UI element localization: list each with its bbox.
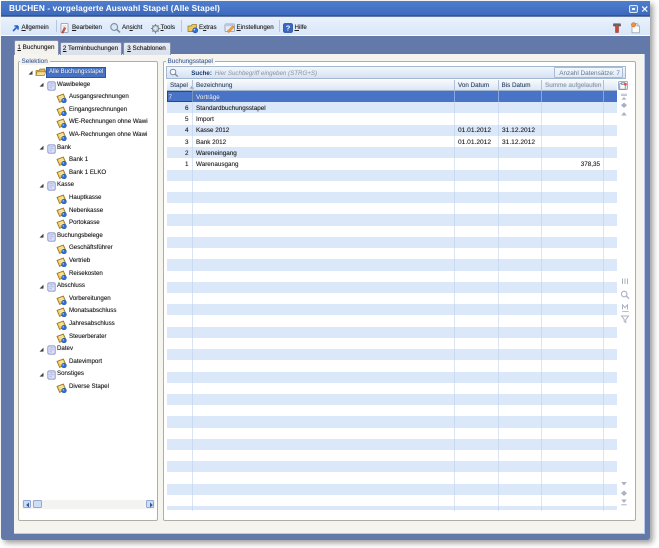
svg-text:?: ? [286,23,291,32]
